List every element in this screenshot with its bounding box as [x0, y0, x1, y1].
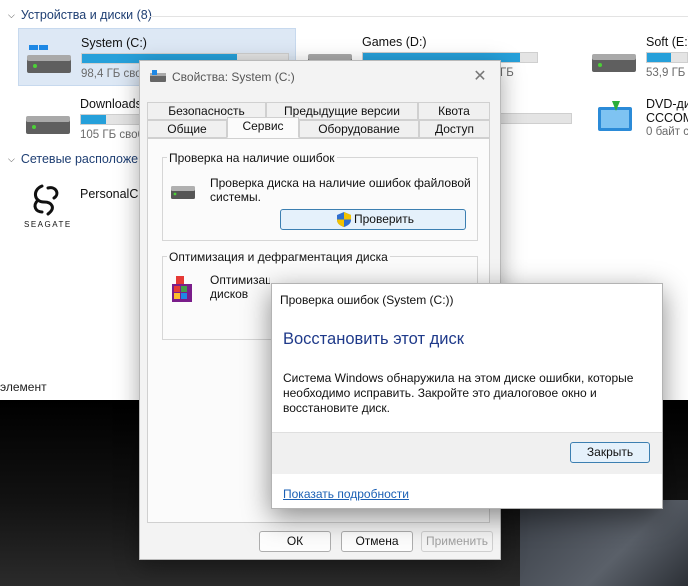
tab-general[interactable]: Общие: [147, 120, 227, 138]
seagate-logo-text: SEAGATE: [24, 220, 72, 229]
show-details-link[interactable]: Показать подробности: [283, 487, 409, 501]
dialog-footer: Закрыть: [272, 432, 662, 474]
section-divider: [150, 16, 688, 17]
hard-drive-icon: [592, 54, 636, 72]
optimize-group-title: Оптимизация и дефрагментация диска: [167, 250, 390, 264]
ok-button[interactable]: ОК: [259, 531, 331, 552]
chevron-down-icon: ⌵: [8, 153, 15, 164]
drive-name: DVD-дис: [646, 97, 688, 111]
hard-drive-icon: [171, 186, 195, 199]
drive-usage-fill: [81, 115, 106, 124]
devices-header-label: Устройства и диски (8): [20, 8, 152, 22]
check-button[interactable]: Проверить: [280, 209, 466, 230]
seagate-logo-icon: SEAGATE: [24, 184, 72, 229]
uac-shield-icon: [337, 212, 351, 227]
drive-free-space: ГБ: [500, 67, 514, 79]
check-button-label: Проверить: [354, 212, 415, 226]
drive-free-space: 0 байт с: [646, 126, 688, 138]
network-section-header[interactable]: ⌵ Сетевые расположен: [8, 152, 145, 166]
defrag-icon: [172, 276, 192, 302]
repair-message: Система Windows обнаружила на этом диске…: [283, 371, 634, 415]
network-item-name: PersonalCl: [80, 187, 142, 201]
devices-section-header[interactable]: ⌵ Устройства и диски (8): [8, 8, 152, 22]
chevron-down-icon: ⌵: [8, 9, 15, 20]
error-check-dialog: Проверка ошибок (System (C:)) Восстанови…: [271, 283, 663, 509]
drive-tile-soft-e[interactable]: Soft (E:) 53,9 ГБ: [584, 28, 688, 86]
dvd-volume-label: CCCOM: [646, 111, 688, 125]
drive-name: Downloads: [80, 97, 142, 111]
drive-free-space: 105 ГБ своб: [80, 129, 145, 141]
windows-drive-icon: [27, 45, 71, 73]
tab-hardware[interactable]: Оборудование: [299, 120, 419, 138]
tab-sharing[interactable]: Доступ: [419, 120, 490, 138]
drive-name: Games (D:): [362, 35, 427, 49]
repair-heading: Восстановить этот диск: [283, 330, 464, 348]
network-header-label: Сетевые расположен: [20, 152, 146, 166]
error-check-description: Проверка диска на наличие ошибок файлово…: [210, 176, 471, 204]
apply-button[interactable]: Применить: [421, 531, 493, 552]
desktop-background-building: [520, 500, 688, 586]
tab-tools[interactable]: Сервис: [227, 117, 299, 138]
error-check-dialog-title: Проверка ошибок (System (C:)): [280, 293, 454, 307]
drive-properties-icon: [150, 70, 166, 82]
drive-usage-bar: [646, 52, 688, 63]
close-button[interactable]: Закрыть: [570, 442, 650, 463]
cancel-button[interactable]: Отмена: [341, 531, 413, 552]
drive-name: Soft (E:): [646, 35, 688, 49]
drive-free-space: 53,9 ГБ: [646, 67, 686, 79]
drive-name: System (C:): [81, 36, 147, 50]
optimize-description: Оптимизация дисков компьютера повышает э…: [210, 273, 270, 303]
dvd-drive-icon: [598, 101, 632, 131]
hard-drive-icon: [26, 116, 70, 134]
tab-quota[interactable]: Квота: [418, 102, 490, 120]
drive-tile-dvd[interactable]: DVD-дис CCCOM 0 байт с: [584, 90, 688, 148]
status-bar-text: элемент: [0, 380, 47, 394]
close-icon[interactable]: ✕: [470, 67, 490, 87]
error-check-group-title: Проверка на наличие ошибок: [167, 151, 337, 165]
properties-titlebar[interactable]: Свойства: System (C:) ✕: [140, 61, 500, 93]
properties-title: Свойства: System (C:): [172, 70, 295, 84]
drive-usage-fill: [647, 53, 671, 62]
drive-usage-bar: [500, 113, 572, 124]
